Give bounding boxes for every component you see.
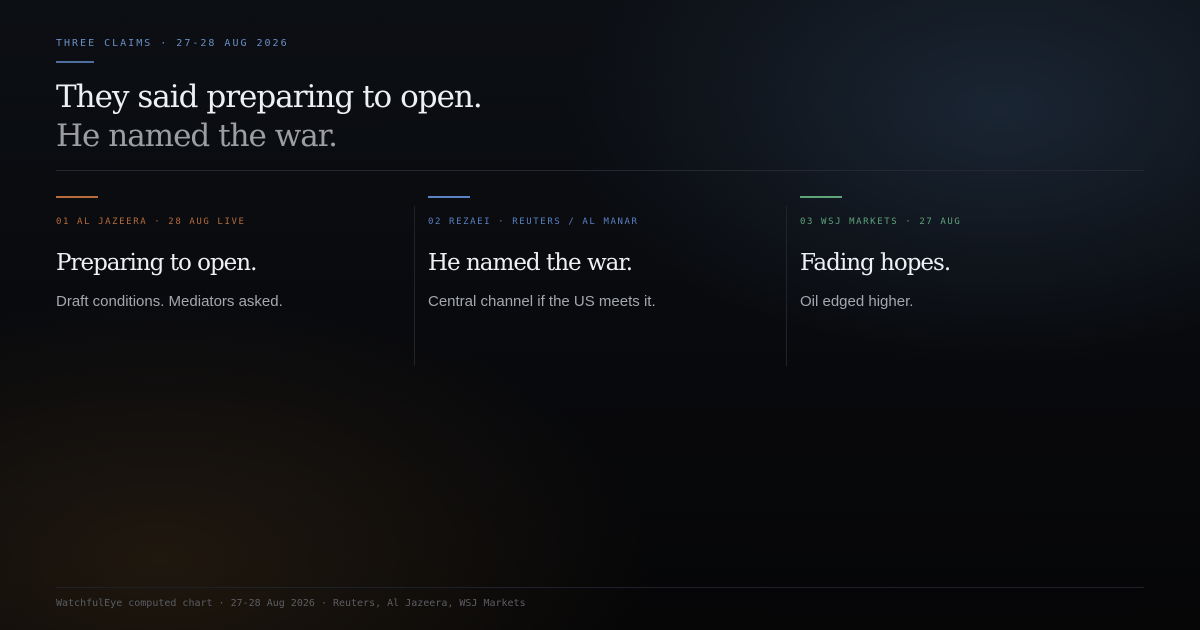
claim-card-2: 02 REZAEI · REUTERS / AL MANAR He named … xyxy=(428,196,772,366)
claim-title: He named the war. xyxy=(428,250,633,276)
claim-source-meta: 02 REZAEI · REUTERS / AL MANAR xyxy=(428,217,639,227)
claim-source-meta: 03 WSJ MARKETS · 27 AUG xyxy=(800,217,962,227)
kicker-label: THREE CLAIMS · 27-28 AUG 2026 xyxy=(56,38,289,49)
column-separator xyxy=(414,206,415,366)
share-card: THREE CLAIMS · 27-28 AUG 2026 They said … xyxy=(0,0,1200,630)
claim-card-1: 01 AL JAZEERA · 28 AUG LIVE Preparing to… xyxy=(56,196,400,366)
section-divider xyxy=(56,170,1144,171)
claim-card-3: 03 WSJ MARKETS · 27 AUG Fading hopes. Oi… xyxy=(800,196,1144,366)
headline-line-primary: They said preparing to open. xyxy=(56,79,483,115)
claim-summary: Draft conditions. Mediators asked. xyxy=(56,293,283,310)
headline: They said preparing to open. He named th… xyxy=(56,78,483,156)
claim-title: Preparing to open. xyxy=(56,250,257,276)
claim-summary: Central channel if the US meets it. xyxy=(428,293,656,310)
claims-row: 01 AL JAZEERA · 28 AUG LIVE Preparing to… xyxy=(56,196,1172,366)
kicker-rule xyxy=(56,61,94,63)
column-separator xyxy=(786,206,787,366)
claim-summary: Oil edged higher. xyxy=(800,293,914,310)
claim-accent-rule xyxy=(428,196,470,198)
footer-credits: WatchfulEye computed chart · 27-28 Aug 2… xyxy=(56,598,526,609)
claim-accent-rule xyxy=(800,196,842,198)
headline-line-secondary: He named the war. xyxy=(56,118,338,154)
claim-accent-rule xyxy=(56,196,98,198)
claim-title: Fading hopes. xyxy=(800,250,951,276)
claim-source-meta: 01 AL JAZEERA · 28 AUG LIVE xyxy=(56,217,246,227)
footer-divider xyxy=(56,587,1144,588)
